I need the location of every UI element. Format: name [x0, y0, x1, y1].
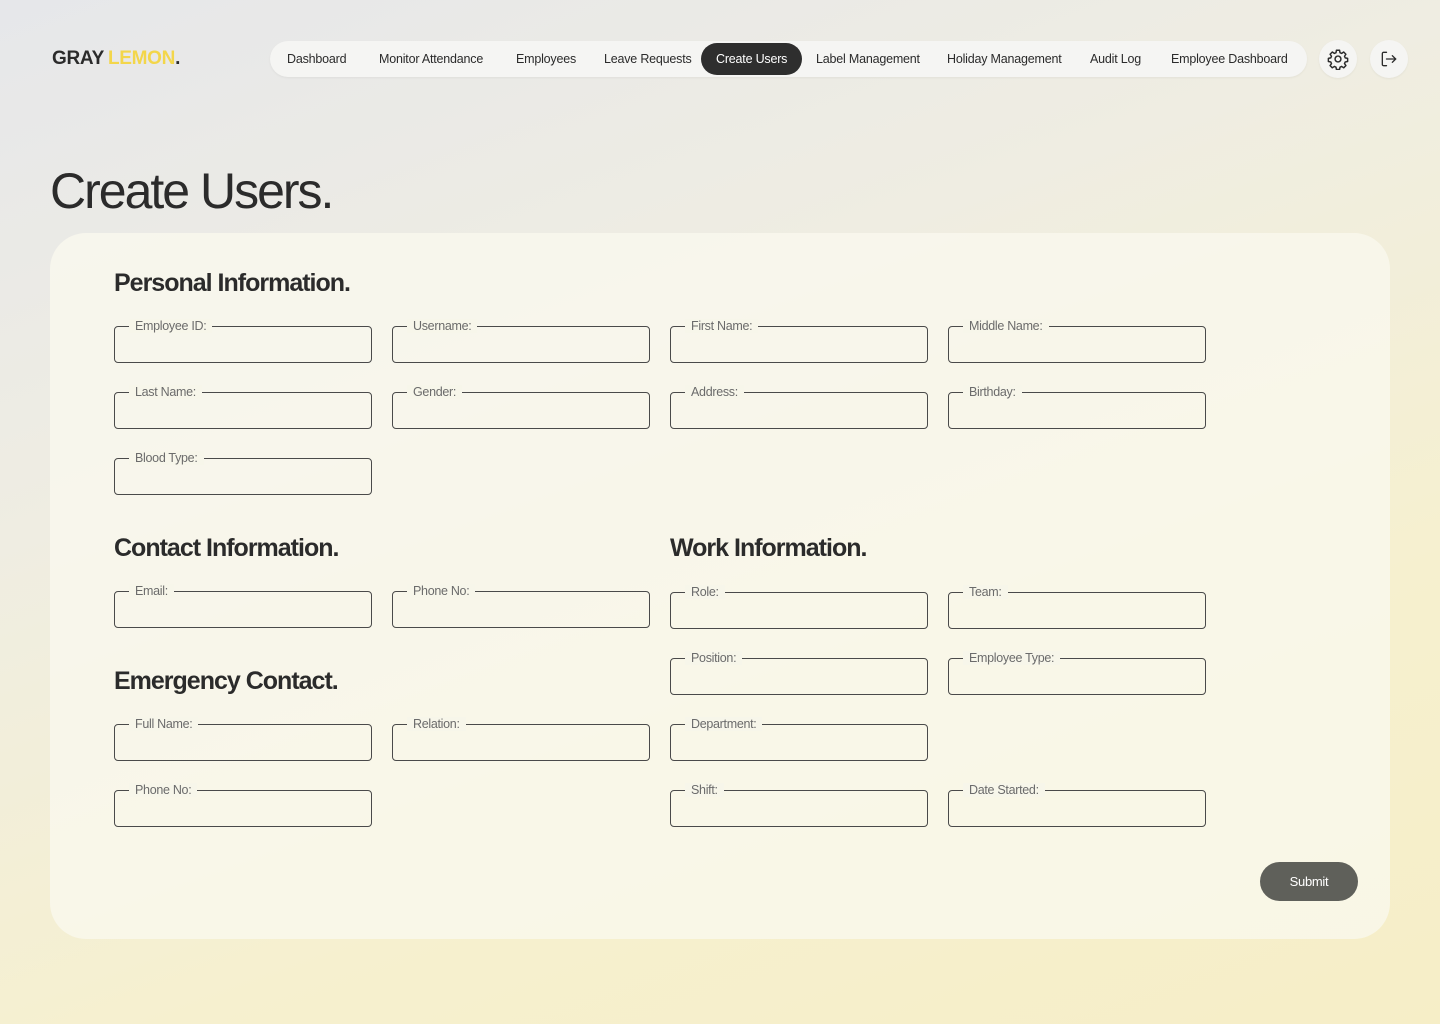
gender-field: Gender: — [392, 385, 650, 429]
gear-icon — [1327, 49, 1349, 70]
role-field: Role: — [670, 585, 928, 629]
birthday-field: Birthday: — [948, 385, 1206, 429]
emergency-phone-input[interactable] — [115, 791, 371, 826]
logout-button[interactable] — [1370, 40, 1408, 78]
nav-item-monitor-attendance[interactable]: Monitor Attendance — [379, 43, 483, 75]
section-title-emergency: Emergency Contact. — [114, 667, 339, 695]
address-input[interactable] — [671, 393, 927, 428]
section-title-personal: Personal Information. — [114, 269, 351, 297]
employee-id-field: Employee ID: — [114, 319, 372, 363]
nav-item-holiday-management[interactable]: Holiday Management — [947, 43, 1062, 75]
position-field: Position: — [670, 651, 928, 695]
brand-logo[interactable]: GRAY LEMON. — [52, 48, 180, 70]
date-started-field: Date Started: — [948, 783, 1206, 827]
top-nav: Dashboard Monitor Attendance Employees L… — [270, 41, 1307, 77]
address-field: Address: — [670, 385, 928, 429]
department-field: Department: — [670, 717, 928, 761]
section-title-work: Work Information. — [670, 534, 867, 562]
nav-item-label-management[interactable]: Label Management — [816, 43, 920, 75]
emergency-full-name-input[interactable] — [115, 725, 371, 760]
brand-name-gray: GRAY — [52, 48, 104, 69]
emergency-relation-field: Relation: — [392, 717, 650, 761]
phone-input[interactable] — [393, 592, 649, 627]
gender-input[interactable] — [393, 393, 649, 428]
create-user-form: Personal Information. Employee ID: Usern… — [50, 233, 1390, 939]
first-name-input[interactable] — [671, 327, 927, 362]
settings-button[interactable] — [1319, 40, 1357, 78]
emergency-full-name-field: Full Name: — [114, 717, 372, 761]
username-field: Username: — [392, 319, 650, 363]
logout-icon — [1381, 51, 1397, 67]
email-field: Email: — [114, 584, 372, 628]
employee-id-input[interactable] — [115, 327, 371, 362]
employee-type-field: Employee Type: — [948, 651, 1206, 695]
page-title: Create Users. — [50, 163, 334, 219]
team-field: Team: — [948, 585, 1206, 629]
nav-item-leave-requests[interactable]: Leave Requests — [604, 43, 692, 75]
middle-name-input[interactable] — [949, 327, 1205, 362]
birthday-input[interactable] — [949, 393, 1205, 428]
nav-item-dashboard[interactable]: Dashboard — [287, 43, 347, 75]
department-input[interactable] — [671, 725, 927, 760]
nav-item-create-users[interactable]: Create Users — [701, 43, 803, 75]
middle-name-field: Middle Name: — [948, 319, 1206, 363]
shift-input[interactable] — [671, 791, 927, 826]
first-name-field: First Name: — [670, 319, 928, 363]
date-started-input[interactable] — [949, 791, 1205, 826]
role-input[interactable] — [671, 593, 927, 628]
brand-name-lemon: LEMON — [107, 48, 176, 69]
emergency-relation-input[interactable] — [393, 725, 649, 760]
blood-type-input[interactable] — [115, 459, 371, 494]
emergency-phone-field: Phone No: — [114, 783, 372, 827]
last-name-field: Last Name: — [114, 385, 372, 429]
brand-dot: . — [175, 48, 181, 69]
email-input[interactable] — [115, 592, 371, 627]
shift-field: Shift: — [670, 783, 928, 827]
nav-item-employees[interactable]: Employees — [516, 43, 576, 75]
nav-item-employee-dashboard[interactable]: Employee Dashboard — [1171, 43, 1288, 75]
phone-field: Phone No: — [392, 584, 650, 628]
blood-type-field: Blood Type: — [114, 451, 372, 495]
last-name-input[interactable] — [115, 393, 371, 428]
employee-type-input[interactable] — [949, 659, 1205, 694]
submit-button[interactable]: Submit — [1260, 862, 1358, 901]
username-input[interactable] — [393, 327, 649, 362]
position-input[interactable] — [671, 659, 927, 694]
section-title-contact: Contact Information. — [114, 534, 339, 562]
team-input[interactable] — [949, 593, 1205, 628]
nav-item-audit-log[interactable]: Audit Log — [1090, 43, 1141, 75]
